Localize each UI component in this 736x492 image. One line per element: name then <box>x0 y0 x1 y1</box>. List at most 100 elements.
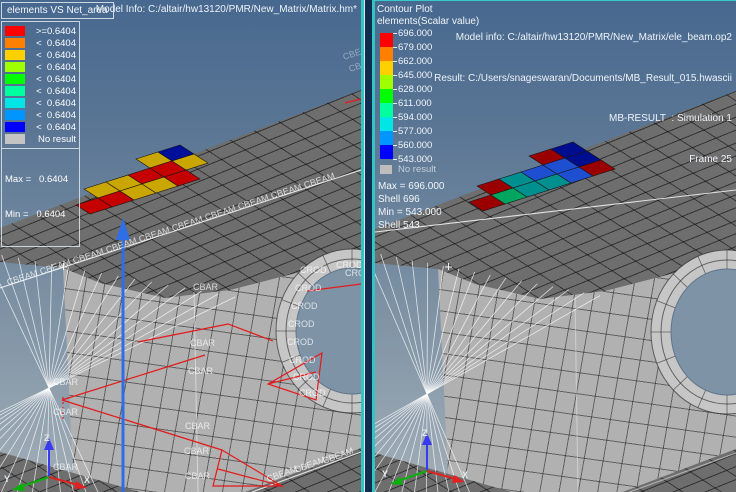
svg-text:CBAR: CBAR <box>193 282 219 292</box>
x-axis-arrow <box>427 471 456 479</box>
hole <box>651 250 736 414</box>
frame-label: Frame 25 <box>434 153 732 167</box>
legend-max: Max = 0.6404 <box>5 173 79 186</box>
right-viewport[interactable]: Z Y X Contour Plot elements(Scalar value… <box>375 0 736 492</box>
legend-min-shell: Shell 543 <box>378 220 420 231</box>
svg-text:CROD: CROD <box>295 283 322 293</box>
colorbar-tick-label: 662.000 <box>398 56 432 67</box>
legend-swatch <box>5 86 25 96</box>
legend-row: < 0.6404 <box>2 49 79 61</box>
legend-swatch <box>5 110 25 120</box>
x-axis-label: X <box>462 470 468 480</box>
y-axis-arrow <box>398 471 427 481</box>
legend-row: < 0.6404 <box>2 97 79 109</box>
svg-text:CBEAM: CBEAM <box>72 246 106 265</box>
svg-text:CROD: CROD <box>287 337 314 347</box>
svg-text:CBAR: CBAR <box>190 338 216 348</box>
result-header: Model info: C:/altair/hw13120/PMR/New_Ma… <box>434 4 732 193</box>
svg-text:CROD: CROD <box>293 372 320 382</box>
legend-value: < 0.6404 <box>25 110 76 121</box>
legend-row: < 0.6404 <box>2 61 79 73</box>
colorbar-tick-label: 645.000 <box>398 70 432 81</box>
colorbar-tick-label: 628.000 <box>398 84 432 95</box>
x-axis-arrow <box>49 477 78 485</box>
svg-text:CBAR: CBAR <box>188 366 214 376</box>
legend-swatch <box>5 62 25 72</box>
legend-row: >=0.6404 <box>2 25 79 37</box>
legend-swatch <box>5 98 25 108</box>
result-info: Result: C:/Users/snageswaran/Documents/M… <box>434 72 732 86</box>
svg-text:CBEAM: CBEAM <box>321 446 355 466</box>
svg-text:CBEAM: CBEAM <box>204 203 238 222</box>
svg-text:CBAR: CBAR <box>53 377 79 387</box>
contour-legend-left: >=0.6404< 0.6404< 0.6404< 0.6404< 0.6404… <box>1 21 80 247</box>
result-type-label: elements VS Net_area <box>7 5 108 16</box>
z-axis-label: Z <box>44 433 50 443</box>
svg-text:CROD: CROD <box>299 388 326 398</box>
legend-maxmin: Max = 0.6404 Min = 0.6404 <box>2 148 79 244</box>
legend-value: < 0.6404 <box>25 122 76 133</box>
legend-swatch <box>5 122 25 132</box>
contour-legend-rows: >=0.6404< 0.6404< 0.6404< 0.6404< 0.6404… <box>2 25 79 145</box>
svg-text:CBEAM: CBEAM <box>303 171 337 190</box>
no-result-swatch <box>380 165 392 174</box>
x-axis-label: X <box>84 475 90 485</box>
svg-text:CBAR: CBAR <box>53 407 79 417</box>
no-result-label: No result <box>398 164 436 175</box>
legend-swatch <box>5 74 25 84</box>
legend-value: < 0.6404 <box>25 50 76 61</box>
legend-value: < 0.6404 <box>25 38 76 49</box>
y-axis-label: Y <box>382 469 388 479</box>
colorbar-tick-label: 560.000 <box>398 140 432 151</box>
svg-text:CBAR: CBAR <box>184 446 210 456</box>
svg-text:CBAR: CBAR <box>53 462 79 472</box>
legend-value: < 0.6404 <box>25 98 76 109</box>
legend-row: < 0.6404 <box>2 85 79 97</box>
svg-text:CBEAM: CBEAM <box>270 182 304 201</box>
legend-min: Min = 543.000 <box>378 207 442 218</box>
colorbar-tick-label: 679.000 <box>398 42 432 53</box>
svg-text:CROD: CROD <box>289 355 316 365</box>
no-result-row: No result <box>380 164 436 175</box>
legend-row: < 0.6404 <box>2 109 79 121</box>
corner-node-marker <box>445 263 452 270</box>
z-axis-label: Z <box>422 428 428 438</box>
svg-text:CROD: CROD <box>300 265 327 275</box>
legend-max-shell: Shell 696 <box>378 194 420 205</box>
colorbar-tick-label: 611.000 <box>398 98 432 109</box>
legend-value: < 0.6404 <box>25 86 76 97</box>
svg-text:CBEAM: CBEAM <box>138 225 172 244</box>
legend-value: < 0.6404 <box>25 74 76 85</box>
legend-swatch <box>5 50 25 60</box>
legend-value: < 0.6404 <box>25 62 76 73</box>
left-viewport[interactable]: Z Y X CBAR CBAR CBAR CBAR CBAR CBAR CBAR CBAR CB… <box>0 0 361 492</box>
legend-row: < 0.6404 <box>2 37 79 49</box>
legend-value: >=0.6404 <box>25 26 76 37</box>
legend-swatch <box>5 134 25 144</box>
model-info-right: Model info: C:/altair/hw13120/PMR/New_Ma… <box>434 31 732 45</box>
colorbar-tick-label: 577.000 <box>398 126 432 137</box>
svg-text:CBAR: CBAR <box>185 421 211 431</box>
result-name: MB-RESULT : Simulation 1 <box>434 112 732 126</box>
legend-min: Min = 0.6404 <box>5 208 79 221</box>
spider-fan-lines <box>375 251 600 492</box>
y-axis-label: Y <box>4 474 10 484</box>
svg-text:CBEAM: CBEAM <box>342 42 361 61</box>
legend-value: No result <box>25 134 76 145</box>
svg-text:CBEAM: CBEAM <box>237 192 271 211</box>
svg-text:CROD: CROD <box>345 268 361 278</box>
svg-text:CBAR: CBAR <box>185 471 211 481</box>
svg-text:CBEAM: CBEAM <box>6 268 40 287</box>
svg-text:CROD: CROD <box>291 301 318 311</box>
load-arrow <box>116 218 130 492</box>
app-window: Z Y X CBAR CBAR CBAR CBAR CBAR CBAR CBAR CBAR CB… <box>0 0 736 492</box>
colorbar-tick-label: 594.000 <box>398 112 432 123</box>
svg-text:CBEAM: CBEAM <box>171 214 205 233</box>
result-cluster <box>76 145 208 214</box>
legend-row: < 0.6404 <box>2 73 79 85</box>
legend-row: < 0.6404 <box>2 121 79 133</box>
viewport-divider <box>361 0 375 492</box>
model-info-left: Model Info: C:/altair/hw13120/PMR/New_Ma… <box>96 4 357 15</box>
colorbar-tick-label: 696.000 <box>398 28 432 39</box>
legend-swatch <box>5 26 25 36</box>
